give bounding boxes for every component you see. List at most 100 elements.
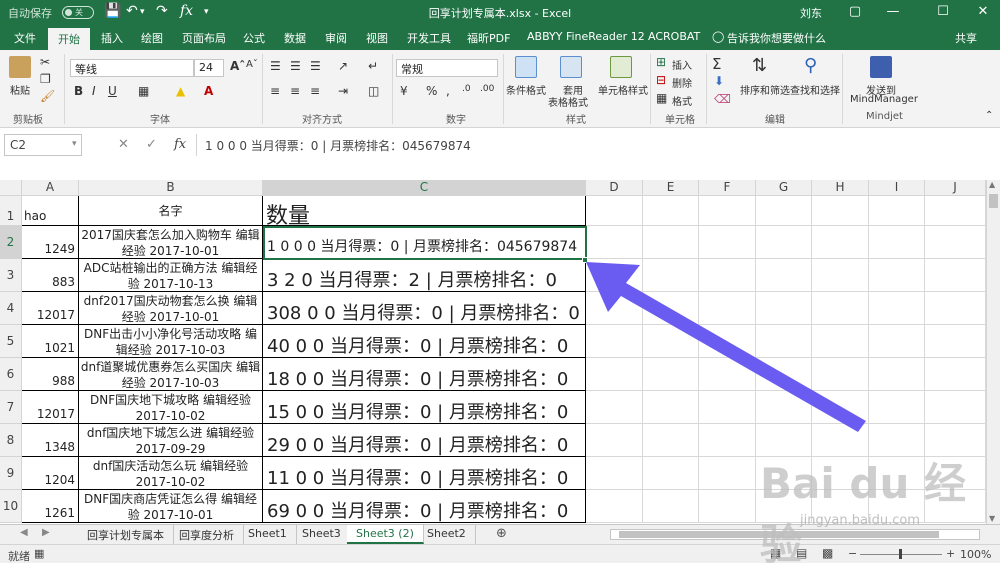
delete-cells-button[interactable]: 删除 [672,75,692,90]
prev-sheet-icon[interactable]: ◀ [20,527,28,538]
paste-icon[interactable] [9,56,31,78]
sort-filter-button[interactable]: 排序和筛选 [740,82,790,97]
cell-c[interactable]: 15 0 0 当月得票：0 | 月票榜排名：0 [263,391,586,424]
name-box-dropdown-icon[interactable]: ▾ [72,139,77,149]
tab-home[interactable]: 开始 [48,28,90,50]
comma-icon[interactable]: , [446,84,450,98]
cell[interactable] [586,490,643,523]
cell-b[interactable]: dnf道聚城优惠券怎么买国庆 编辑经验 2017-10-03 [79,358,263,391]
cell[interactable] [925,196,986,226]
row-header[interactable]: 7 [0,391,22,424]
cell[interactable] [812,259,869,292]
cell[interactable] [643,259,699,292]
increase-decimal-icon[interactable]: .0 [462,84,471,94]
cell-c[interactable]: 40 0 0 当月得票：0 | 月票榜排名：0 [263,325,586,358]
cell-a[interactable]: 1261 [22,490,79,523]
cell[interactable] [643,325,699,358]
row-header[interactable]: 3 [0,259,22,292]
table-format-button-line2[interactable]: 表格格式 [548,94,588,109]
cell-c[interactable]: 308 0 0 当月得票：0 | 月票榜排名：0 [263,292,586,325]
cell[interactable] [925,391,986,424]
wrap-text-icon[interactable]: ↵ [368,59,378,73]
close-icon[interactable]: ✕ [970,2,996,22]
cell[interactable] [643,358,699,391]
name-box[interactable]: C2 [4,134,82,156]
cut-icon[interactable]: ✂ [40,55,50,69]
scrollbar-thumb[interactable] [989,194,998,208]
cell[interactable] [586,226,643,259]
cell[interactable] [643,292,699,325]
cell[interactable] [586,259,643,292]
tab-formulas[interactable]: 公式 [243,30,265,46]
row-header[interactable]: 10 [0,490,22,523]
format-painter-icon[interactable]: 🖌 [40,89,55,103]
align-top-icon[interactable]: ☰ [270,59,281,73]
cell-c[interactable]: 1 0 0 0 当月得票：0 | 月票榜排名：045679874 [263,226,586,259]
decrease-decimal-icon[interactable]: .00 [480,84,494,94]
cell-b1[interactable]: 名字 [79,196,263,226]
tab-view[interactable]: 视图 [366,30,388,46]
cell[interactable] [643,490,699,523]
cell[interactable] [586,196,643,226]
font-name-select[interactable]: 等线 [70,59,194,77]
column-header-f[interactable]: F [699,180,756,196]
macro-record-icon[interactable]: ▦ [34,547,44,560]
find-select-icon[interactable]: ⚲ [804,55,817,76]
cell[interactable] [699,325,756,358]
cell[interactable] [643,424,699,457]
column-header-b[interactable]: B [79,180,263,196]
cell[interactable] [586,358,643,391]
cell[interactable] [925,325,986,358]
cell-a1[interactable]: hao [22,196,79,226]
row-header[interactable]: 8 [0,424,22,457]
cell[interactable] [925,259,986,292]
collapse-ribbon-icon[interactable]: ⌃ [985,110,993,121]
cell[interactable] [812,391,869,424]
tab-foxit-pdf[interactable]: 福昕PDF [467,30,510,46]
cell[interactable] [586,325,643,358]
cell[interactable] [869,292,925,325]
cell-a[interactable]: 12017 [22,391,79,424]
format-cells-button[interactable]: 格式 [672,93,692,108]
merge-center-icon[interactable]: ◫ [368,84,379,98]
cell-style-button[interactable]: 单元格样式 [598,82,648,97]
cell-c[interactable]: 29 0 0 当月得票：0 | 月票榜排名：0 [263,424,586,457]
cell-style-icon[interactable] [610,56,632,78]
select-all-corner[interactable] [0,180,22,196]
cell[interactable] [643,391,699,424]
cell-c[interactable]: 11 0 0 当月得票：0 | 月票榜排名：0 [263,457,586,490]
paste-button[interactable]: 粘贴 [10,82,30,97]
user-name[interactable]: 刘东 [800,5,822,21]
cell-b[interactable]: DNF国庆地下城攻略 编辑经验 2017-10-02 [79,391,263,424]
sheet-tab[interactable]: 回享计划专属本 [78,525,174,544]
insert-cells-button[interactable]: 插入 [672,57,692,72]
cell[interactable] [925,292,986,325]
column-header-i[interactable]: I [869,180,925,196]
find-select-button[interactable]: 查找和选择 [790,82,840,97]
cell[interactable] [812,292,869,325]
cell-a[interactable]: 883 [22,259,79,292]
cell[interactable] [869,358,925,391]
tab-abbyy[interactable]: ABBYY FineReader 12 [527,30,645,43]
next-sheet-icon[interactable]: ▶ [42,527,50,538]
border-icon[interactable]: ▦ [138,84,149,98]
font-color-icon[interactable]: A [204,84,213,98]
cell[interactable] [756,325,812,358]
sheet-tab-active[interactable]: Sheet3 (2) [347,525,424,544]
cell[interactable] [643,457,699,490]
bold-icon[interactable]: B [74,84,83,98]
clear-icon[interactable]: ⌫ [714,92,731,106]
cell-a[interactable]: 12017 [22,292,79,325]
sheet-tab[interactable]: Sheet1 [239,525,297,544]
column-header-g[interactable]: G [756,180,812,196]
cell-c[interactable]: 3 2 0 当月得票：2 | 月票榜排名：0 [263,259,586,292]
cell-b[interactable]: dnf2017国庆动物套怎么换 编辑经验 2017-10-01 [79,292,263,325]
cell[interactable] [699,391,756,424]
cell-c[interactable]: 69 0 0 当月得票：0 | 月票榜排名：0 [263,490,586,523]
cell-a[interactable]: 1021 [22,325,79,358]
sheet-tab[interactable]: 回享度分析 [170,525,244,544]
cell[interactable] [699,226,756,259]
tab-file[interactable]: 文件 [14,30,36,46]
percent-icon[interactable]: % [426,84,437,98]
currency-icon[interactable]: ¥ [400,84,408,98]
